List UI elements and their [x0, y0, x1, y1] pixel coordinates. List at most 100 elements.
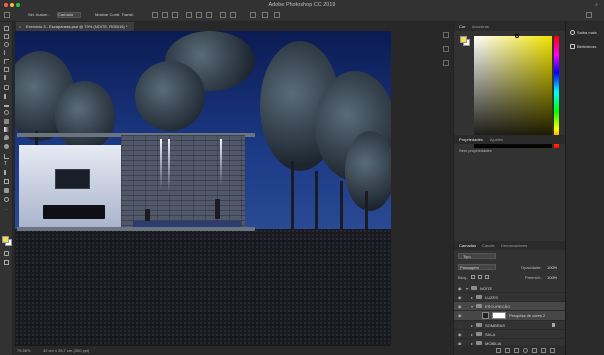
- 3d-rotate-icon[interactable]: [262, 12, 268, 18]
- zoom-tool-icon[interactable]: [4, 197, 9, 202]
- layer-mask-thumbnail[interactable]: [492, 312, 506, 319]
- move-tool-icon[interactable]: [4, 26, 9, 31]
- chevron-down-icon[interactable]: ▾: [466, 286, 468, 291]
- move-tool-icon[interactable]: [4, 12, 10, 18]
- color-picker-field[interactable]: [474, 36, 552, 148]
- canvas-area[interactable]: [13, 31, 440, 346]
- tab-color[interactable]: Cor: [459, 24, 465, 29]
- visibility-eye-icon[interactable]: ◉: [458, 295, 462, 300]
- foreground-color-swatch[interactable]: [2, 236, 9, 243]
- search-icon[interactable]: ⌕: [595, 2, 598, 8]
- screen-mode-icon[interactable]: [4, 260, 9, 265]
- visibility-eye-icon[interactable]: ◉: [458, 304, 462, 309]
- layer-row-pesquisa-de-cores[interactable]: ◉ Pesquisa de cores 2: [454, 311, 566, 321]
- lasso-tool-icon[interactable]: [4, 42, 9, 47]
- workspace-icon[interactable]: [586, 12, 592, 18]
- lock-pixels-icon[interactable]: [471, 275, 475, 279]
- new-layer-icon[interactable]: [541, 348, 546, 353]
- auto-select-checkbox-label[interactable]: Sel. Autom.:: [28, 12, 50, 17]
- tree-trunk: [315, 171, 318, 231]
- tab-swatches[interactable]: Amostras: [472, 24, 489, 29]
- folder-icon: [471, 286, 477, 290]
- crop-tool-icon[interactable]: [4, 59, 9, 64]
- wall-light: [160, 139, 162, 189]
- hand-tool-icon[interactable]: [4, 188, 9, 193]
- edit-toolbar-icon[interactable]: …: [4, 206, 9, 211]
- layer-row-sombras[interactable]: ○ ▸ SOMBRAS: [454, 321, 566, 330]
- add-mask-icon[interactable]: [514, 348, 519, 353]
- distribute-icon[interactable]: [220, 12, 226, 18]
- panels-column: Cor Amostras Propriedades Ajustes Sem pr…: [453, 22, 566, 355]
- align-right-icon[interactable]: [172, 12, 178, 18]
- dodge-tool-icon[interactable]: [4, 144, 9, 149]
- path-selection-tool-icon[interactable]: [4, 170, 9, 175]
- tab-layers[interactable]: Camadas: [459, 243, 476, 248]
- layer-style-icon[interactable]: [505, 348, 510, 353]
- new-group-icon[interactable]: [532, 348, 537, 353]
- distribute-horizontal-icon[interactable]: [230, 12, 236, 18]
- quick-mask-icon[interactable]: [4, 251, 9, 256]
- show-transform-controls-checkbox[interactable]: Mostrar Contr. Transf.: [95, 12, 134, 17]
- layer-name: Pesquisa de cores 2: [509, 313, 546, 318]
- 3d-mode-icon[interactable]: [250, 12, 256, 18]
- marquee-tool-icon[interactable]: [4, 34, 9, 39]
- link-layers-icon[interactable]: [496, 348, 501, 353]
- learn-panel-button[interactable]: Saiba mais: [570, 30, 597, 36]
- eraser-tool-icon[interactable]: [4, 119, 9, 124]
- color-foreground-swatch[interactable]: [460, 36, 467, 43]
- close-document-icon[interactable]: ×: [19, 24, 21, 29]
- align-left-icon[interactable]: [152, 12, 158, 18]
- fill-input[interactable]: 100%: [547, 275, 557, 280]
- adjustments-panel-icon[interactable]: [443, 46, 449, 52]
- libraries-panel-button[interactable]: Bibliotecas: [570, 44, 596, 50]
- lock-position-icon[interactable]: [478, 275, 482, 279]
- chevron-right-icon[interactable]: ▸: [471, 295, 473, 300]
- frame-tool-icon[interactable]: [4, 67, 9, 72]
- history-brush-tool-icon[interactable]: [4, 110, 9, 115]
- layer-row-sala[interactable]: ◉ ▸ SALA: [454, 330, 566, 339]
- align-center-icon[interactable]: [162, 12, 168, 18]
- healing-brush-tool-icon[interactable]: [4, 85, 9, 90]
- visibility-eye-icon[interactable]: ◉: [458, 313, 462, 318]
- magic-wand-tool-icon[interactable]: [4, 50, 9, 55]
- tab-paths[interactable]: Demarcadores: [501, 243, 527, 248]
- layer-row-luzes[interactable]: ◉ ▸ LUZES: [454, 293, 566, 302]
- clone-stamp-tool-icon[interactable]: [4, 102, 9, 107]
- visibility-eye-icon[interactable]: ◉: [458, 332, 462, 337]
- lock-all-icon[interactable]: [485, 275, 489, 279]
- eyedropper-tool-icon[interactable]: [4, 75, 9, 80]
- visibility-eye-icon[interactable]: ◉: [458, 286, 462, 291]
- gradient-tool-icon[interactable]: [4, 127, 9, 132]
- hue-slider[interactable]: [554, 36, 559, 148]
- document-image[interactable]: [15, 31, 391, 346]
- align-top-icon[interactable]: [186, 12, 192, 18]
- adjustment-layer-icon[interactable]: [523, 348, 528, 353]
- tab-adjustments[interactable]: Ajustes: [490, 137, 503, 142]
- delete-layer-icon[interactable]: [550, 348, 555, 353]
- opacity-input[interactable]: 100%: [547, 265, 557, 270]
- app-title: Adobe Photoshop CC 2019: [268, 1, 336, 8]
- blend-row: Passagem Opacidade: 100%: [454, 263, 566, 272]
- type-tool-icon[interactable]: T: [4, 162, 9, 167]
- document-tab[interactable]: × Exercicio 3 - Escaparada.psd @ 79% (NO…: [16, 22, 134, 31]
- align-bottom-icon[interactable]: [206, 12, 212, 18]
- zoom-level[interactable]: 79,56%: [17, 348, 31, 353]
- tab-properties[interactable]: Propriedades: [459, 137, 483, 142]
- layer-row-noite[interactable]: ◉ ▾ NOITE: [454, 284, 566, 293]
- 3d-pan-icon[interactable]: [274, 12, 280, 18]
- chevron-right-icon[interactable]: ▸: [471, 332, 473, 337]
- layer-row-escurecao[interactable]: ◉ ▾ ESCURECÃO: [454, 302, 566, 311]
- brush-tool-icon[interactable]: [4, 94, 9, 99]
- tree-far-right: [345, 131, 391, 211]
- history-panel-icon[interactable]: [443, 32, 449, 38]
- chevron-right-icon[interactable]: ▸: [471, 323, 473, 328]
- blur-tool-icon[interactable]: [4, 135, 9, 140]
- chevron-down-icon[interactable]: ▾: [471, 304, 473, 309]
- align-middle-icon[interactable]: [196, 12, 202, 18]
- pen-tool-icon[interactable]: [4, 154, 9, 159]
- brushes-panel-icon[interactable]: [443, 60, 449, 66]
- layer-name: ESCURECÃO: [485, 304, 511, 309]
- rectangle-tool-icon[interactable]: [4, 179, 9, 184]
- visibility-off-icon[interactable]: ○: [458, 323, 460, 328]
- tab-channels[interactable]: Canais: [482, 243, 494, 248]
